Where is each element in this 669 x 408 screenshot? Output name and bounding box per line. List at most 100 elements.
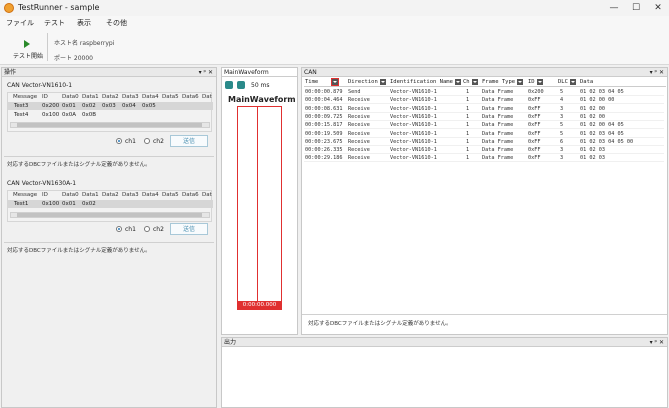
- can-panel-header: CAN ▾ ᵖ ✕: [302, 68, 667, 77]
- cell-dlc: 5: [560, 89, 564, 95]
- ch2-radio[interactable]: [144, 138, 150, 144]
- time-cursor[interactable]: [257, 107, 258, 305]
- cell-dlc: 6: [560, 138, 564, 145]
- col-id[interactable]: ID: [528, 78, 543, 87]
- col-data[interactable]: Data: [580, 78, 593, 87]
- table-row[interactable]: 00:00:19.509 Receive Vector-VN1610-1 1 Data …: [304, 130, 664, 138]
- row-data0: 0x01: [62, 103, 76, 109]
- cell-id: 0xFF: [528, 105, 541, 112]
- header-data0: Data0: [62, 192, 79, 198]
- panel-controls[interactable]: ▾ ᵖ ✕: [650, 338, 664, 347]
- time-readout: 0:00:00.000: [237, 301, 282, 310]
- horizontal-scrollbar[interactable]: [10, 122, 210, 128]
- waveform-tab[interactable]: MainWaveform: [222, 68, 297, 77]
- filter-dropdown-icon[interactable]: [536, 78, 543, 85]
- cell-time: 00:00:19.509: [305, 130, 343, 137]
- ch1-radio[interactable]: [116, 138, 122, 144]
- table-row[interactable]: Test3 0x200 0x01 0x02 0x03 0x04 0x05: [8, 102, 213, 110]
- cell-direction: Receive: [348, 130, 370, 137]
- send-button[interactable]: 送信: [170, 223, 208, 235]
- waveform-tab-label: MainWaveform: [224, 69, 269, 76]
- maximize-button[interactable]: ☐: [626, 2, 646, 14]
- cell-identification-name: Vector-VN1610-1: [390, 138, 437, 145]
- panel-controls[interactable]: ▾ ᵖ ✕: [650, 68, 664, 77]
- header-data1: Data1: [82, 94, 99, 100]
- message-table: Message ID Data0 Data1 Data2 Data3 Data4…: [7, 190, 213, 222]
- table-row[interactable]: 00:00:09.725 Receive Vector-VN1610-1 1 Data …: [304, 113, 664, 121]
- cell-identification-name: Vector-VN1610-1: [390, 113, 437, 120]
- zoom-out-icon[interactable]: [237, 81, 245, 89]
- operations-panel: 操作 ▾ ᵖ ✕ CAN Vector-VN1610-1 Message ID …: [1, 67, 217, 408]
- send-button[interactable]: 送信: [170, 135, 208, 147]
- cell-direction: Receive: [348, 105, 370, 112]
- filter-dropdown-icon[interactable]: [379, 78, 386, 85]
- cell-data: 01 02 03: [580, 147, 605, 154]
- row-id: 0x100: [42, 201, 60, 207]
- table-row[interactable]: 00:00:23.675 Receive Vector-VN1610-1 1 Data …: [304, 138, 664, 146]
- cell-id: 0x200: [528, 89, 544, 95]
- filter-dropdown-icon[interactable]: [454, 78, 461, 85]
- table-row[interactable]: Test1 0x100 0x01 0x02: [8, 200, 213, 208]
- cell-data: 01 02 03 04 05: [580, 130, 624, 137]
- scrollbar-thumb[interactable]: [17, 123, 202, 127]
- horizontal-scrollbar[interactable]: [10, 212, 210, 218]
- can-group-vn1630a: CAN Vector-VN1630A-1 Message ID Data0 Da…: [4, 178, 214, 258]
- filter-dropdown-icon[interactable]: [331, 77, 340, 86]
- filter-dropdown-icon[interactable]: [517, 78, 524, 85]
- ch2-radio[interactable]: [144, 226, 150, 232]
- table-row[interactable]: Test4 0x100 0x0A 0x0B: [8, 111, 213, 119]
- table-row[interactable]: 00:00:15.817 Receive Vector-VN1610-1 1 Data …: [304, 121, 664, 130]
- cell-data: 01 02 03 04 05 00: [580, 138, 634, 145]
- panel-controls[interactable]: ▾ ᵖ ✕: [199, 68, 213, 77]
- host-name-label: ホスト名 raspberrypi: [54, 40, 115, 47]
- menu-other[interactable]: その他: [106, 18, 127, 28]
- header-data2: Data2: [102, 192, 119, 198]
- cell-id: 0xFF: [528, 130, 541, 137]
- waveform-canvas[interactable]: [237, 106, 282, 306]
- row-id: 0x100: [42, 112, 60, 118]
- cell-direction: Send: [348, 89, 361, 95]
- menu-test[interactable]: テスト: [44, 18, 65, 28]
- table-row[interactable]: 00:00:29.186 Receive Vector-VN1610-1 1 Data …: [304, 154, 664, 163]
- cell-id: 0xFF: [528, 113, 541, 120]
- row-data1: 0x02: [82, 103, 96, 109]
- menu-bar: ファイル テスト 表示 その他: [0, 16, 669, 29]
- col-time[interactable]: Time: [305, 77, 340, 87]
- col-dlc[interactable]: DLC: [558, 78, 576, 87]
- row-data1: 0x0B: [82, 112, 97, 118]
- header-data4: Data4: [142, 192, 159, 198]
- menu-file[interactable]: ファイル: [6, 18, 34, 28]
- scrollbar-thumb[interactable]: [17, 213, 202, 217]
- cell-dlc: 3: [560, 113, 564, 120]
- output-panel: 出力 ▾ ᵖ ✕: [221, 337, 668, 408]
- filter-dropdown-icon[interactable]: [569, 78, 576, 85]
- table-row[interactable]: 00:00:00.879 Send Vector-VN1610-1 1 Data Fra…: [304, 88, 664, 96]
- header-data3: Data3: [122, 94, 139, 100]
- menu-view[interactable]: 表示: [77, 18, 91, 28]
- filter-dropdown-icon[interactable]: [471, 78, 478, 85]
- table-row[interactable]: 00:00:04.464 Receive Vector-VN1610-1 1 Data …: [304, 96, 664, 105]
- cell-time: 00:00:04.464: [305, 97, 343, 104]
- col-frame-type[interactable]: Frame Type: [482, 78, 524, 87]
- col-identification-name[interactable]: Identification Name: [390, 78, 461, 87]
- close-button[interactable]: ✕: [648, 2, 668, 14]
- col-direction[interactable]: Direction: [348, 78, 386, 87]
- can-table-header: Time Direction Identification Name Ch Fr…: [304, 77, 666, 87]
- table-row[interactable]: 00:00:08.631 Receive Vector-VN1610-1 1 Data …: [304, 105, 664, 113]
- zoom-in-icon[interactable]: [225, 81, 233, 89]
- cell-data: 01 02 00: [580, 113, 605, 120]
- ch1-radio[interactable]: [116, 226, 122, 232]
- header-data7: Dat: [202, 192, 212, 198]
- header-data5: Data5: [162, 94, 179, 100]
- waveform-panel: MainWaveform 50 ms MainWaveform 0:00:00.…: [221, 67, 298, 335]
- cell-time: 00:00:26.335: [305, 147, 343, 154]
- table-row[interactable]: 00:00:26.335 Receive Vector-VN1610-1 1 Data …: [304, 146, 664, 155]
- divider: [4, 156, 214, 157]
- header-data4: Data4: [142, 94, 159, 100]
- row-id: 0x200: [42, 103, 60, 109]
- ch1-label: ch1: [125, 138, 136, 145]
- minimize-button[interactable]: —: [604, 2, 624, 14]
- header-data1: Data1: [82, 192, 99, 198]
- run-test-button[interactable]: テスト開始: [4, 31, 44, 63]
- col-ch[interactable]: Ch: [463, 78, 478, 87]
